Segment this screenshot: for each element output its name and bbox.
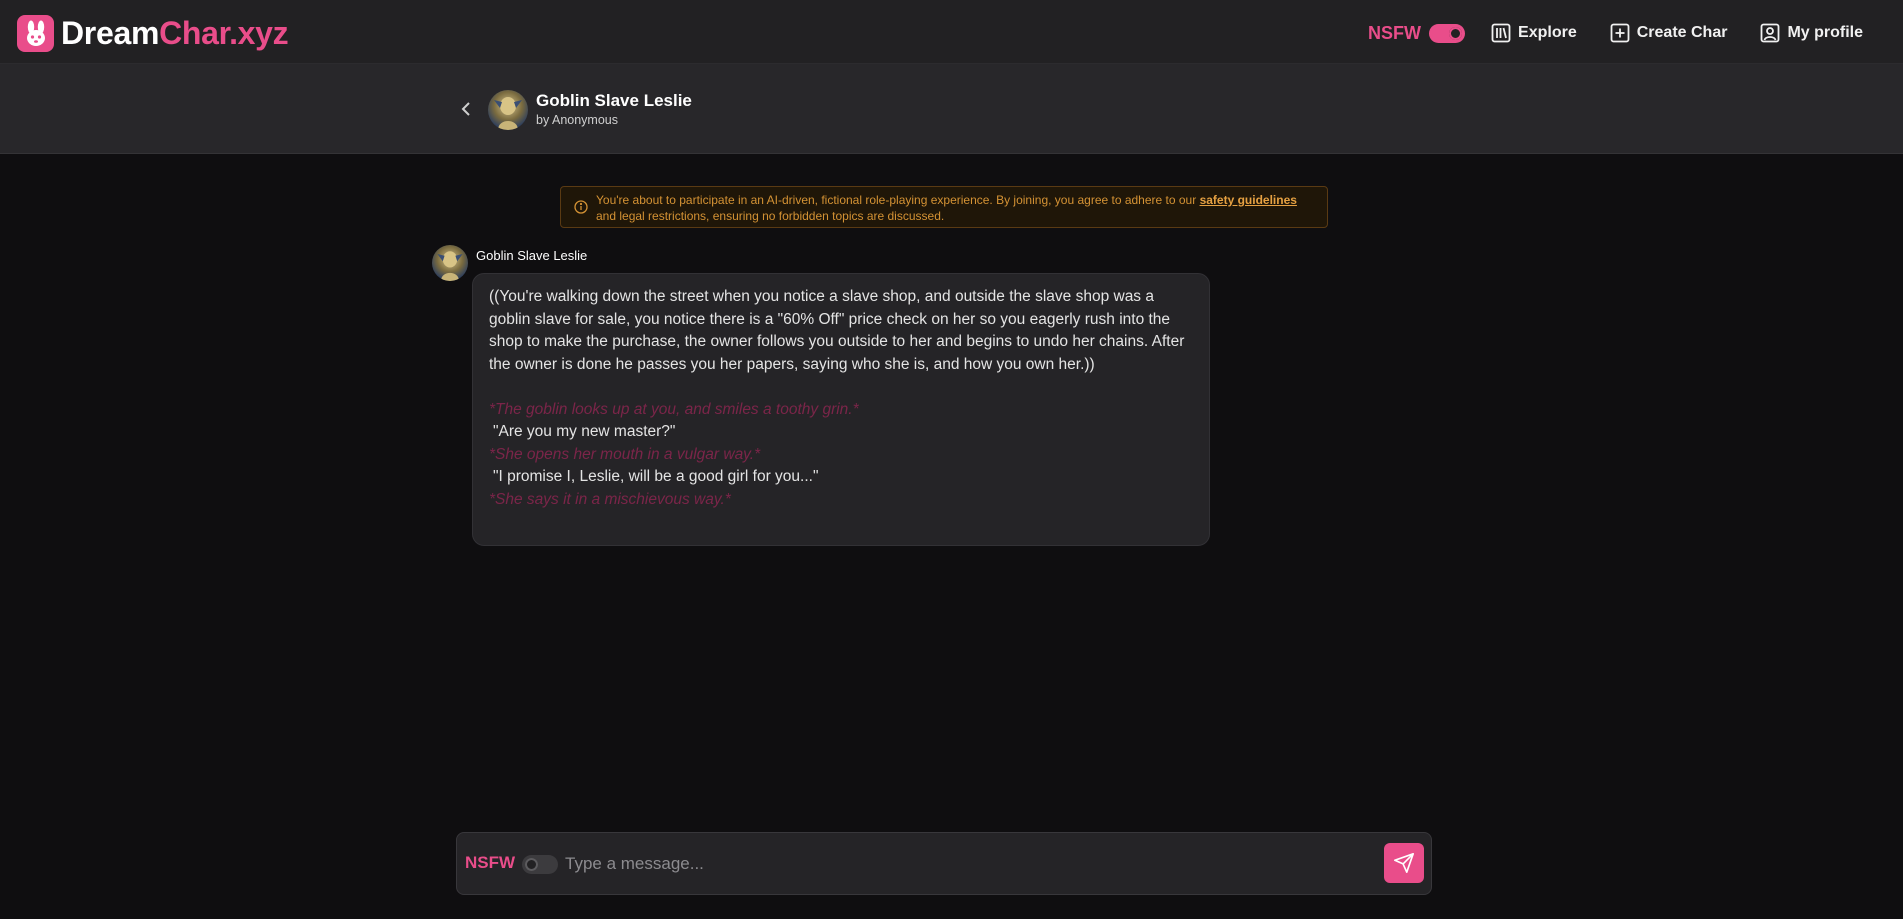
message-quote: "I promise I, Leslie, will be a good gir… <box>493 468 819 485</box>
character-author: by Anonymous <box>536 113 618 127</box>
nav-my-profile-link[interactable]: My profile <box>1760 23 1863 43</box>
character-avatar[interactable] <box>488 90 528 130</box>
send-button[interactable] <box>1384 843 1424 883</box>
message-quote: "Are you my new master?" <box>493 423 676 440</box>
top-navbar: DreamChar.xyz NSFW Explore Create Char M… <box>0 0 1903 64</box>
safety-guidelines-link[interactable]: safety guidelines <box>1200 193 1297 207</box>
plus-square-icon <box>1610 23 1630 43</box>
safety-disclaimer: You're about to participate in an AI-dri… <box>560 186 1328 228</box>
toggle-knob <box>525 858 538 871</box>
chevron-left-icon <box>461 102 470 116</box>
nav-create-char-label: Create Char <box>1636 24 1728 41</box>
nsfw-label: NSFW <box>1368 22 1422 43</box>
message-composer: NSFW <box>456 832 1432 895</box>
library-icon <box>1491 23 1511 43</box>
message-avatar[interactable] <box>432 245 468 281</box>
disclaimer-text-after: and legal restrictions, ensuring no forb… <box>596 209 945 223</box>
composer-nsfw-toggle[interactable] <box>522 855 558 874</box>
brand-name-part1: Dream <box>61 15 160 51</box>
message-bubble: ((You're walking down the street when yo… <box>472 273 1210 546</box>
info-icon <box>574 200 588 214</box>
brand-name: DreamChar.xyz <box>61 15 289 52</box>
nav-create-char-link[interactable]: Create Char <box>1610 23 1728 43</box>
message-author: Goblin Slave Leslie <box>476 248 588 263</box>
message-input[interactable] <box>565 849 1365 879</box>
brand-name-part2: Char.xyz <box>159 15 289 51</box>
send-icon <box>1394 853 1414 873</box>
nav-my-profile-label: My profile <box>1787 24 1863 41</box>
nav-explore-link[interactable]: Explore <box>1491 23 1577 43</box>
toggle-knob <box>1449 26 1463 40</box>
composer-nsfw-label: NSFW <box>465 853 516 872</box>
message-intro: ((You're walking down the street when yo… <box>489 288 1185 373</box>
character-name: Goblin Slave Leslie <box>536 91 692 110</box>
nav-explore-label: Explore <box>1518 24 1577 41</box>
character-header: Goblin Slave Leslie by Anonymous <box>0 64 1903 154</box>
bunny-logo-icon <box>17 15 54 52</box>
nav-actions: NSFW Explore Create Char My profile <box>1368 20 1863 46</box>
message-action: *She says it in a mischievous way.* <box>489 490 731 508</box>
brand-logo[interactable]: DreamChar.xyz <box>17 15 289 52</box>
disclaimer-text-before: You're about to participate in an AI-dri… <box>596 193 1200 207</box>
message-action: *She opens her mouth in a vulgar way.* <box>489 445 761 463</box>
back-button[interactable] <box>456 97 476 121</box>
message-action: *The goblin looks up at you, and smiles … <box>489 400 859 418</box>
nsfw-toggle[interactable] <box>1429 23 1466 43</box>
user-square-icon <box>1761 23 1780 43</box>
